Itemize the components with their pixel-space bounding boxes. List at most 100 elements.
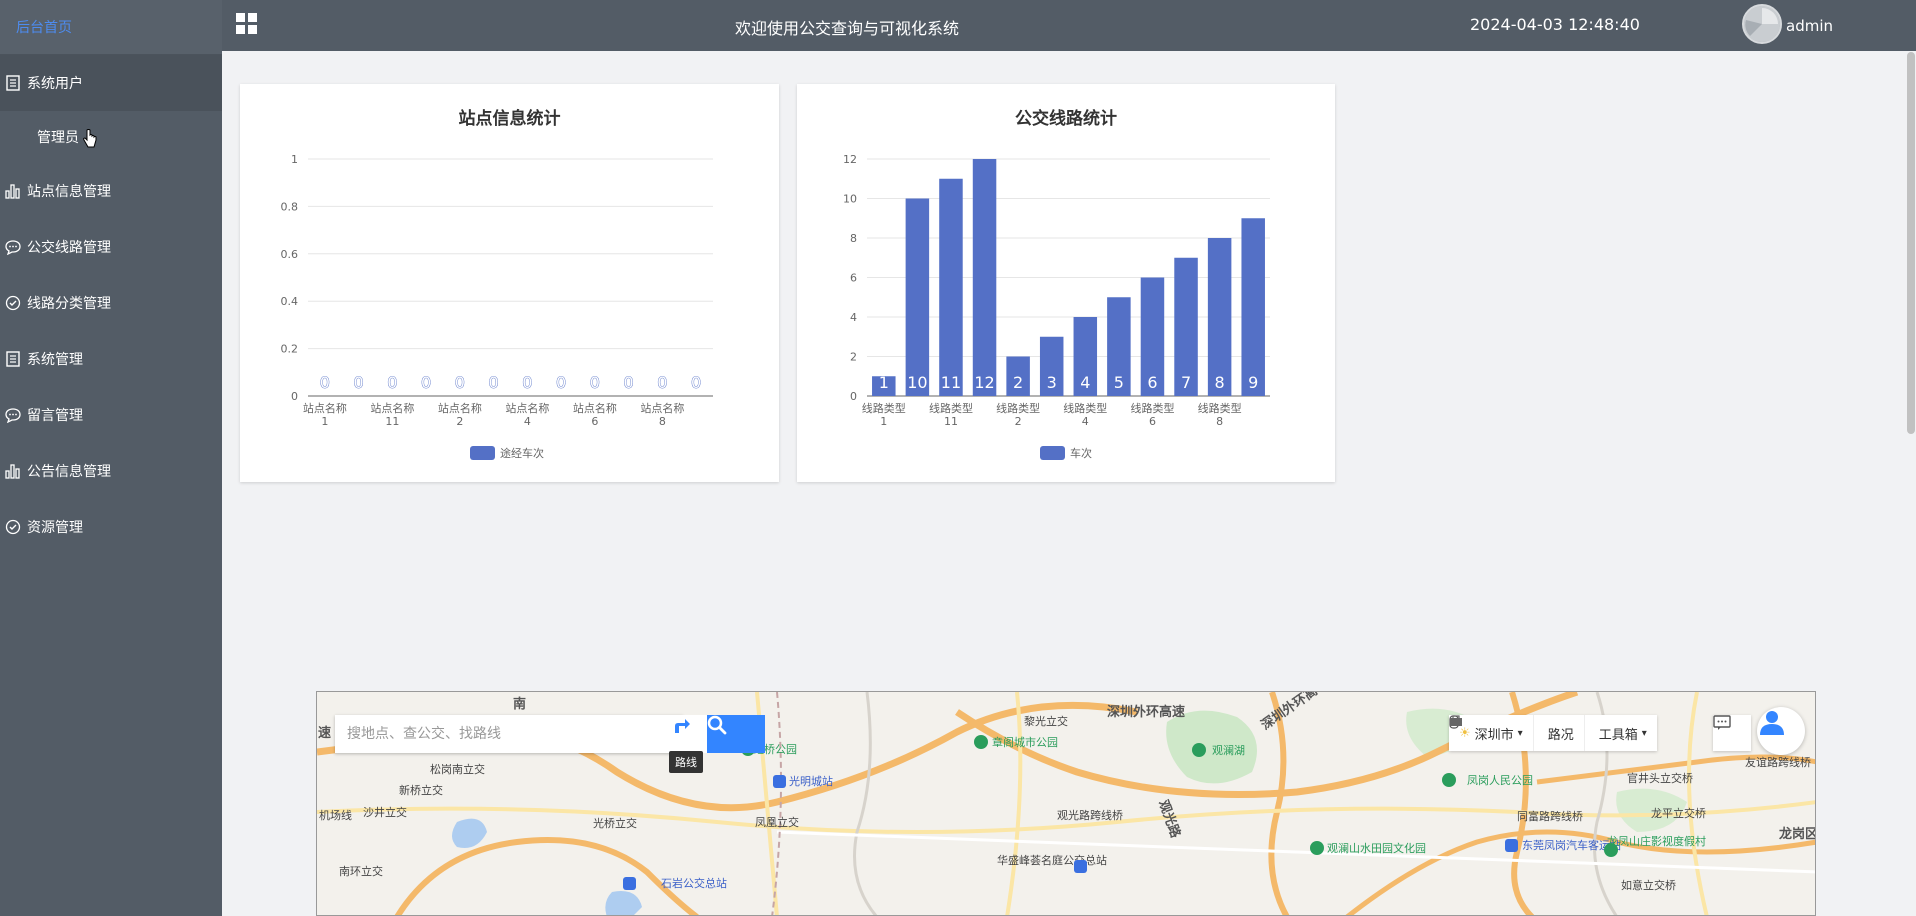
map-label: 南环立交 bbox=[339, 864, 383, 878]
map-label: 龙平立交桥 bbox=[1651, 806, 1706, 820]
map-label: 松岗南立交 bbox=[430, 762, 485, 776]
bar bbox=[939, 178, 963, 396]
page-title: 欢迎使用公交查询与可视化系统 bbox=[734, 19, 959, 38]
sidebar-item-label: 资源管理 bbox=[27, 520, 83, 536]
list-icon bbox=[3, 349, 23, 369]
legend-label: 车次 bbox=[1070, 446, 1092, 460]
sidebar-item-system-management[interactable]: 系统管理 bbox=[0, 331, 222, 387]
route-tooltip: 路线 bbox=[669, 751, 703, 773]
map-label: 观澜山水田园文化园 bbox=[1327, 841, 1426, 855]
x-tick-label: 线路类型 bbox=[996, 401, 1040, 415]
chat-icon bbox=[3, 405, 23, 425]
data-label: 3 bbox=[1047, 373, 1057, 392]
y-tick-label: 0.4 bbox=[281, 295, 299, 308]
map-label: 同富路跨线桥 bbox=[1517, 809, 1583, 823]
map-message-button[interactable] bbox=[1713, 715, 1751, 751]
sidebar-item-route-category[interactable]: 线路分类管理 bbox=[0, 275, 222, 331]
cursor-hand-icon bbox=[83, 129, 97, 153]
map-label: 新桥立交 bbox=[399, 783, 443, 797]
bus-station-icon[interactable] bbox=[1074, 860, 1087, 873]
map-label: 友谊路跨线桥 bbox=[1745, 755, 1811, 769]
data-label: 10 bbox=[907, 373, 927, 392]
sidebar-home-link[interactable]: 后台首页 bbox=[0, 0, 222, 55]
map-label: 黎光立交 bbox=[1024, 714, 1068, 728]
station-stats-card: 站点信息统计 0 0.2 0.4 0.6 0.8 1 0 0 0 0 0 0 0 0 0 0 0 0 站点名称 1 站点… bbox=[240, 84, 779, 482]
bar bbox=[905, 198, 930, 396]
x-tick-label: 2 bbox=[456, 415, 463, 428]
data-label: 5 bbox=[1114, 373, 1124, 392]
avatar[interactable] bbox=[1742, 4, 1782, 44]
sidebar-item-label: 留言管理 bbox=[27, 408, 83, 424]
legend-swatch bbox=[470, 446, 495, 460]
traffic-label: 路况 bbox=[1547, 727, 1574, 743]
scrollbar-thumb[interactable] bbox=[1907, 52, 1915, 434]
x-tick-label: 线路类型 bbox=[1063, 401, 1107, 415]
data-label: 1 bbox=[879, 373, 889, 392]
y-tick-label: 2 bbox=[850, 351, 857, 364]
sidebar-item-label: 系统管理 bbox=[27, 352, 83, 368]
sidebar-item-station-info[interactable]: 站点信息管理 bbox=[0, 163, 222, 219]
route-button[interactable] bbox=[671, 715, 711, 753]
chat-icon bbox=[3, 237, 23, 257]
park-marker-icon[interactable] bbox=[1604, 843, 1618, 857]
data-label: 12 bbox=[974, 373, 994, 392]
sidebar-item-label: 公告信息管理 bbox=[27, 464, 111, 480]
bar-chart-icon bbox=[3, 181, 23, 201]
y-tick-label: 0 bbox=[850, 390, 857, 403]
sun-icon: ☀ bbox=[1459, 725, 1471, 741]
park-marker-icon[interactable] bbox=[974, 735, 988, 749]
sidebar-item-messages[interactable]: 留言管理 bbox=[0, 387, 222, 443]
sidebar-item-system-users[interactable]: 系统用户 bbox=[0, 55, 222, 111]
route-stats-chart: 0246810121 10 11 12 2 3 4 5 6 7 8 9线路类型1线路类型11线路类型2… bbox=[843, 153, 1270, 460]
toolbox-button[interactable]: 工具箱 ▾ bbox=[1450, 715, 1657, 751]
x-tick-label: 11 bbox=[385, 415, 399, 428]
park-marker-icon[interactable] bbox=[1310, 841, 1324, 855]
x-tick-label: 8 bbox=[1216, 415, 1223, 428]
map-user-button[interactable] bbox=[1757, 707, 1805, 755]
data-label: 0 bbox=[556, 373, 566, 392]
map-label: 石岩公交总站 bbox=[661, 876, 727, 890]
park-marker-icon[interactable] bbox=[1192, 743, 1206, 757]
map-label: 沙井立交 bbox=[363, 805, 407, 819]
map-view[interactable]: 松岗南立交 新桥立交 沙井立交 南环立交 光桥立交 凤凰立交 石岩公交总站 光明… bbox=[316, 691, 1816, 916]
x-tick-label: 6 bbox=[1149, 415, 1156, 428]
map-label: 龙凤山庄影视度假村 bbox=[1607, 834, 1706, 848]
map-label: 龙岗区 bbox=[1779, 826, 1816, 842]
sidebar-item-announcements[interactable]: 公告信息管理 bbox=[0, 443, 222, 499]
map-search-input[interactable]: 搜地点、查公交、找路线 bbox=[335, 715, 683, 753]
station-stats-chart: 00.20.40.60.810 0 0 0 0 0 0 0 0 0 0 0站点名称1站点名称11站点名… bbox=[281, 153, 713, 460]
bus-station-icon[interactable] bbox=[773, 775, 786, 788]
bar bbox=[972, 159, 997, 396]
data-label: 0 bbox=[624, 373, 634, 392]
map-search-button[interactable] bbox=[707, 715, 765, 753]
map-label: 速 bbox=[318, 725, 331, 741]
sidebar-subitem-admin[interactable]: 管理员 bbox=[0, 111, 222, 163]
sidebar-subitem-label: 管理员 bbox=[37, 130, 79, 146]
traffic-button[interactable]: 路况 bbox=[1449, 715, 1585, 751]
map-label: 官井头立交桥 bbox=[1627, 771, 1693, 785]
map-label: 章阁城市公园 bbox=[992, 735, 1058, 749]
sidebar-item-resources[interactable]: 资源管理 bbox=[0, 499, 222, 555]
bus-station-icon[interactable] bbox=[623, 877, 636, 890]
toolbox-label: 工具箱 bbox=[1598, 727, 1638, 743]
data-label: 0 bbox=[522, 373, 532, 392]
y-tick-label: 4 bbox=[850, 311, 857, 324]
x-tick-label: 线路类型 bbox=[862, 401, 906, 415]
data-label: 0 bbox=[489, 373, 499, 392]
data-label: 6 bbox=[1147, 373, 1157, 392]
sidebar: 后台首页 系统用户 管理员 站点信息管理 公交线路管理 线路分类管理 系统管理 bbox=[0, 0, 222, 916]
bus-station-icon[interactable] bbox=[1505, 839, 1518, 852]
data-label: 0 bbox=[354, 373, 364, 392]
username[interactable]: admin bbox=[1786, 17, 1833, 35]
map-label: 观光路跨线桥 bbox=[1057, 808, 1123, 822]
data-label: 0 bbox=[691, 373, 701, 392]
y-tick-label: 12 bbox=[843, 153, 857, 166]
sidebar-item-bus-routes[interactable]: 公交线路管理 bbox=[0, 219, 222, 275]
park-marker-icon[interactable] bbox=[1442, 773, 1456, 787]
sidebar-item-label: 系统用户 bbox=[27, 76, 83, 92]
chevron-down-icon: ▾ bbox=[1517, 727, 1523, 739]
map-label: 凤凰立交 bbox=[755, 815, 799, 829]
check-circle-icon bbox=[3, 517, 23, 537]
x-tick-label: 11 bbox=[944, 415, 958, 428]
x-tick-label: 4 bbox=[1082, 415, 1089, 428]
